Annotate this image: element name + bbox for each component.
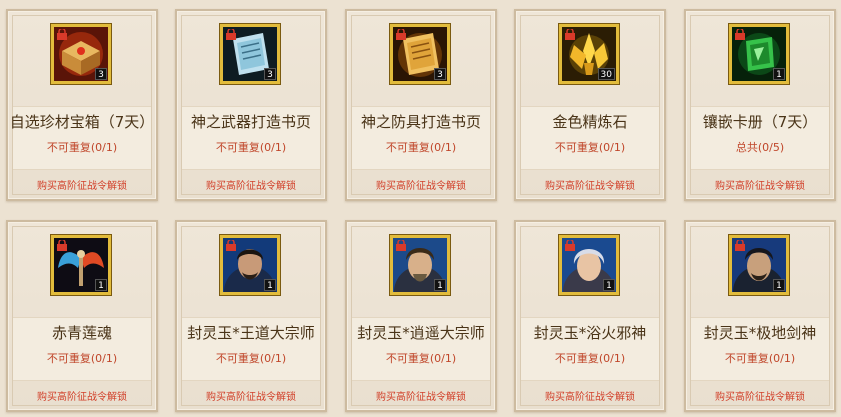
reward-card[interactable]: 1 封灵玉*逍遥大宗师 不可重复(0/1) 购买高阶征战令解锁 (345, 220, 497, 412)
reward-name: 自选珍材宝箱（7天） (9, 113, 155, 131)
gold-crystal-icon[interactable]: 30 (559, 24, 619, 84)
repeat-status: 不可重复(0/1) (724, 352, 796, 365)
quantity-badge: 1 (773, 279, 785, 291)
quantity-badge: 1 (773, 68, 785, 80)
reward-card[interactable]: 3 自选珍材宝箱（7天） 不可重复(0/1) 购买高阶征战令解锁 (6, 9, 158, 201)
unlock-hint: 购买高阶征战令解锁 (206, 392, 296, 403)
winged-soul-icon[interactable]: 1 (51, 235, 111, 295)
unlock-hint: 购买高阶征战令解锁 (206, 181, 296, 192)
quantity-badge: 1 (434, 279, 446, 291)
reward-name: 镶嵌卡册（7天） (702, 113, 818, 131)
quantity-badge: 1 (603, 279, 615, 291)
reward-card[interactable]: 1 赤青莲魂 不可重复(0/1) 购买高阶征战令解锁 (6, 220, 158, 412)
unlock-hint: 购买高阶征战令解锁 (37, 392, 127, 403)
unlock-hint: 购买高阶征战令解锁 (376, 392, 466, 403)
repeat-status: 不可重复(0/1) (554, 352, 626, 365)
reward-card[interactable]: 3 神之防具打造书页 不可重复(0/1) 购买高阶征战令解锁 (345, 9, 497, 201)
portrait-icon[interactable]: 1 (559, 235, 619, 295)
repeat-status: 总共(0/5) (735, 141, 785, 154)
reward-name: 封灵玉*浴火邪神 (533, 324, 647, 342)
repeat-status: 不可重复(0/1) (385, 352, 457, 365)
green-card-album-icon[interactable]: 1 (729, 24, 789, 84)
reward-name: 封灵玉*王道大宗师 (187, 324, 315, 342)
unlock-hint: 购买高阶征战令解锁 (715, 392, 805, 403)
repeat-status: 不可重复(0/1) (215, 352, 287, 365)
repeat-status: 不可重复(0/1) (46, 141, 118, 154)
reward-name: 神之武器打造书页 (190, 113, 311, 131)
repeat-status: 不可重复(0/1) (215, 141, 287, 154)
quantity-badge: 3 (264, 68, 276, 80)
reward-card[interactable]: 30 金色精炼石 不可重复(0/1) 购买高阶征战令解锁 (514, 9, 666, 201)
reward-name: 赤青莲魂 (51, 324, 112, 342)
reward-name: 封灵玉*极地剑神 (703, 324, 817, 342)
portrait-icon[interactable]: 1 (390, 235, 450, 295)
quantity-badge: 1 (264, 279, 276, 291)
portrait-icon[interactable]: 1 (220, 235, 280, 295)
quantity-badge: 3 (434, 68, 446, 80)
unlock-hint: 购买高阶征战令解锁 (545, 181, 635, 192)
reward-card[interactable]: 3 神之武器打造书页 不可重复(0/1) 购买高阶征战令解锁 (175, 9, 327, 201)
reward-name: 金色精炼石 (552, 113, 628, 131)
reward-card[interactable]: 1 封灵玉*极地剑神 不可重复(0/1) 购买高阶征战令解锁 (684, 220, 836, 412)
unlock-hint: 购买高阶征战令解锁 (376, 181, 466, 192)
quantity-badge: 1 (95, 279, 107, 291)
repeat-status: 不可重复(0/1) (385, 141, 457, 154)
reward-name: 神之防具打造书页 (360, 113, 481, 131)
weapon-page-icon[interactable]: 3 (220, 24, 280, 84)
unlock-hint: 购买高阶征战令解锁 (545, 392, 635, 403)
reward-card[interactable]: 1 封灵玉*王道大宗师 不可重复(0/1) 购买高阶征战令解锁 (175, 220, 327, 412)
armor-page-icon[interactable]: 3 (390, 24, 450, 84)
unlock-hint: 购买高阶征战令解锁 (37, 181, 127, 192)
repeat-status: 不可重复(0/1) (554, 141, 626, 154)
repeat-status: 不可重复(0/1) (46, 352, 118, 365)
quantity-badge: 30 (597, 68, 615, 80)
reward-card[interactable]: 1 镶嵌卡册（7天） 总共(0/5) 购买高阶征战令解锁 (684, 9, 836, 201)
portrait-icon[interactable]: 1 (729, 235, 789, 295)
quantity-badge: 3 (95, 68, 107, 80)
unlock-hint: 购买高阶征战令解锁 (715, 181, 805, 192)
reward-name: 封灵玉*逍遥大宗师 (357, 324, 485, 342)
reward-card[interactable]: 1 封灵玉*浴火邪神 不可重复(0/1) 购买高阶征战令解锁 (514, 220, 666, 412)
treasure-chest-icon[interactable]: 3 (51, 24, 111, 84)
reward-grid: 3 自选珍材宝箱（7天） 不可重复(0/1) 购买高阶征战令解锁 3 神之武器打… (0, 0, 841, 417)
